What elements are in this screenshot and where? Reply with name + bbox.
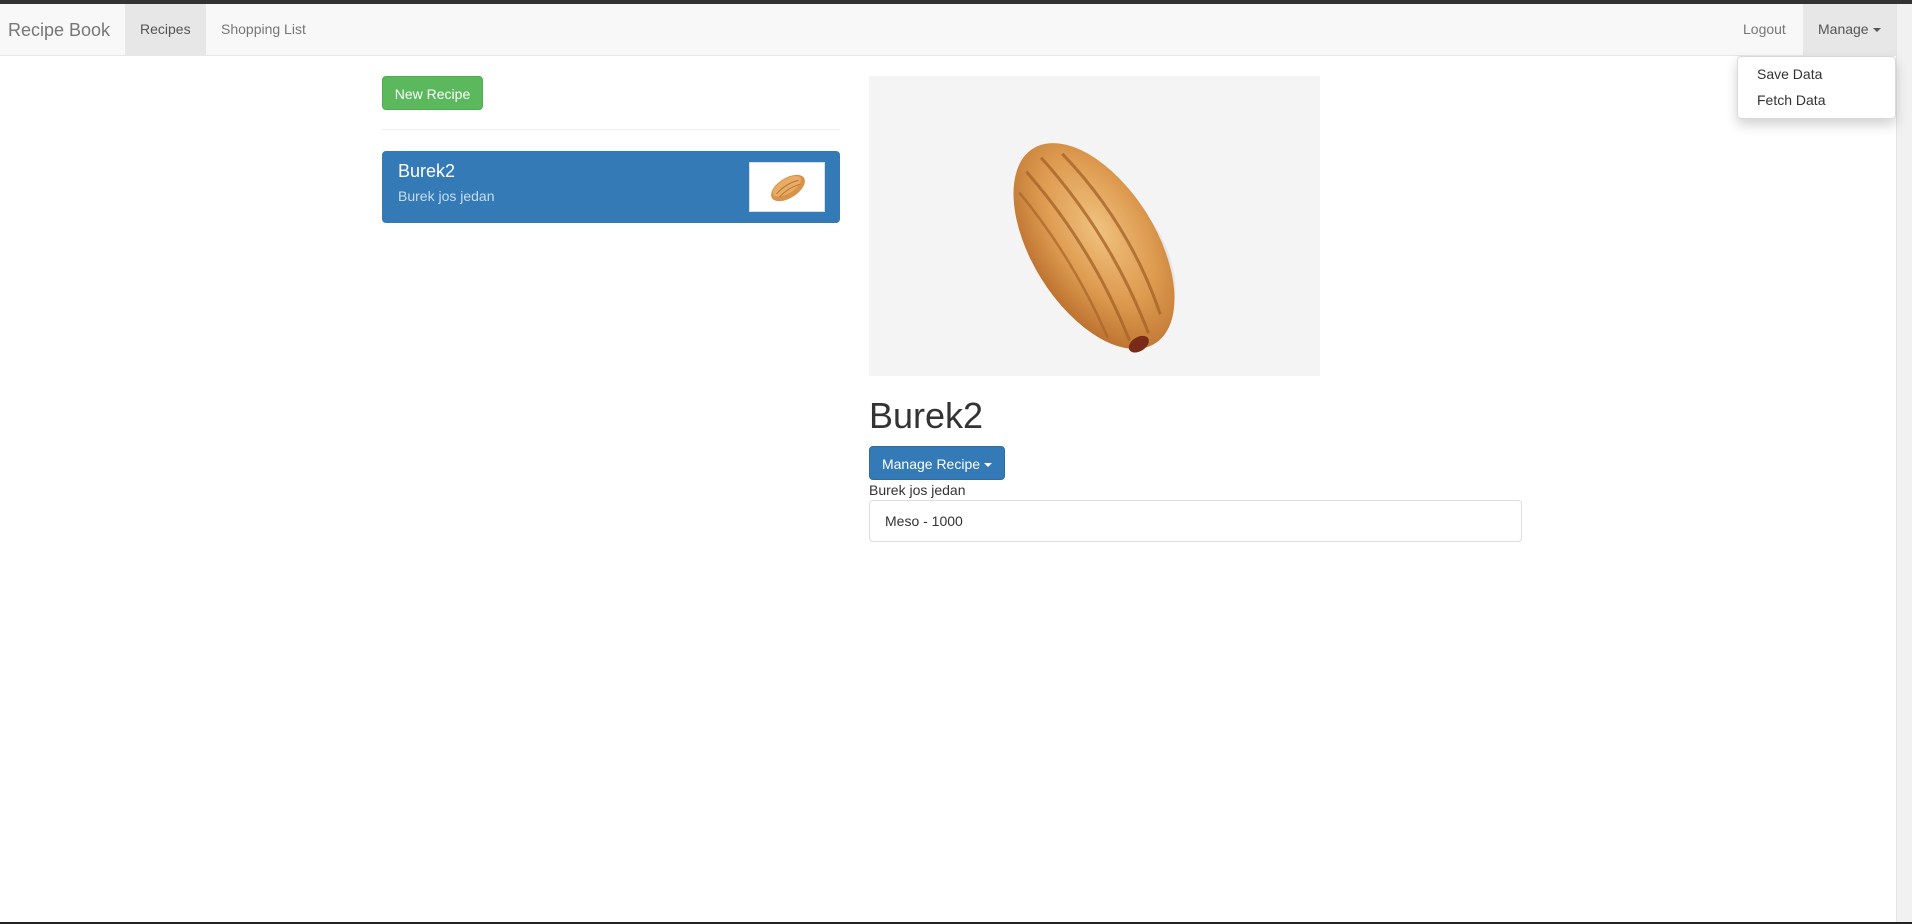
nav-logout[interactable]: Logout: [1728, 4, 1801, 55]
recipe-detail-image: [869, 76, 1320, 376]
recipe-thumbnail-image: [749, 162, 825, 212]
nav-manage-dropdown-toggle[interactable]: Manage: [1803, 4, 1896, 55]
page-scrollbar[interactable]: [1896, 4, 1912, 922]
navbar: Recipe Book Recipes Shopping List Logout…: [0, 4, 1896, 56]
new-recipe-button[interactable]: New Recipe: [382, 76, 483, 110]
ingredient-list: Meso - 1000: [869, 500, 1522, 542]
manage-recipe-label: Manage Recipe: [881, 456, 981, 472]
nav-recipes[interactable]: Recipes: [125, 4, 206, 55]
divider: [382, 129, 840, 130]
caret-down-icon: [1872, 28, 1881, 33]
nav-shopping-list[interactable]: Shopping List: [206, 4, 321, 55]
save-data-menu-item[interactable]: Save Data: [1738, 61, 1895, 87]
ingredient-item[interactable]: Meso - 1000: [885, 513, 963, 529]
nav-manage-label: Manage: [1818, 21, 1869, 37]
recipe-detail-title: Burek2: [869, 395, 984, 436]
manage-dropdown-menu: Save Data Fetch Data: [1737, 56, 1896, 119]
recipe-item-description: Burek jos jedan: [398, 188, 495, 204]
recipe-item-name: Burek2: [398, 161, 456, 181]
fetch-data-menu-item[interactable]: Fetch Data: [1738, 87, 1895, 113]
recipe-list-item[interactable]: Burek2 Burek jos jedan: [382, 151, 840, 223]
manage-recipe-dropdown-button[interactable]: Manage Recipe: [869, 446, 1005, 480]
recipe-detail-description: Burek jos jedan: [869, 482, 966, 498]
brand-link[interactable]: Recipe Book: [8, 20, 110, 41]
caret-down-icon: [984, 463, 993, 468]
